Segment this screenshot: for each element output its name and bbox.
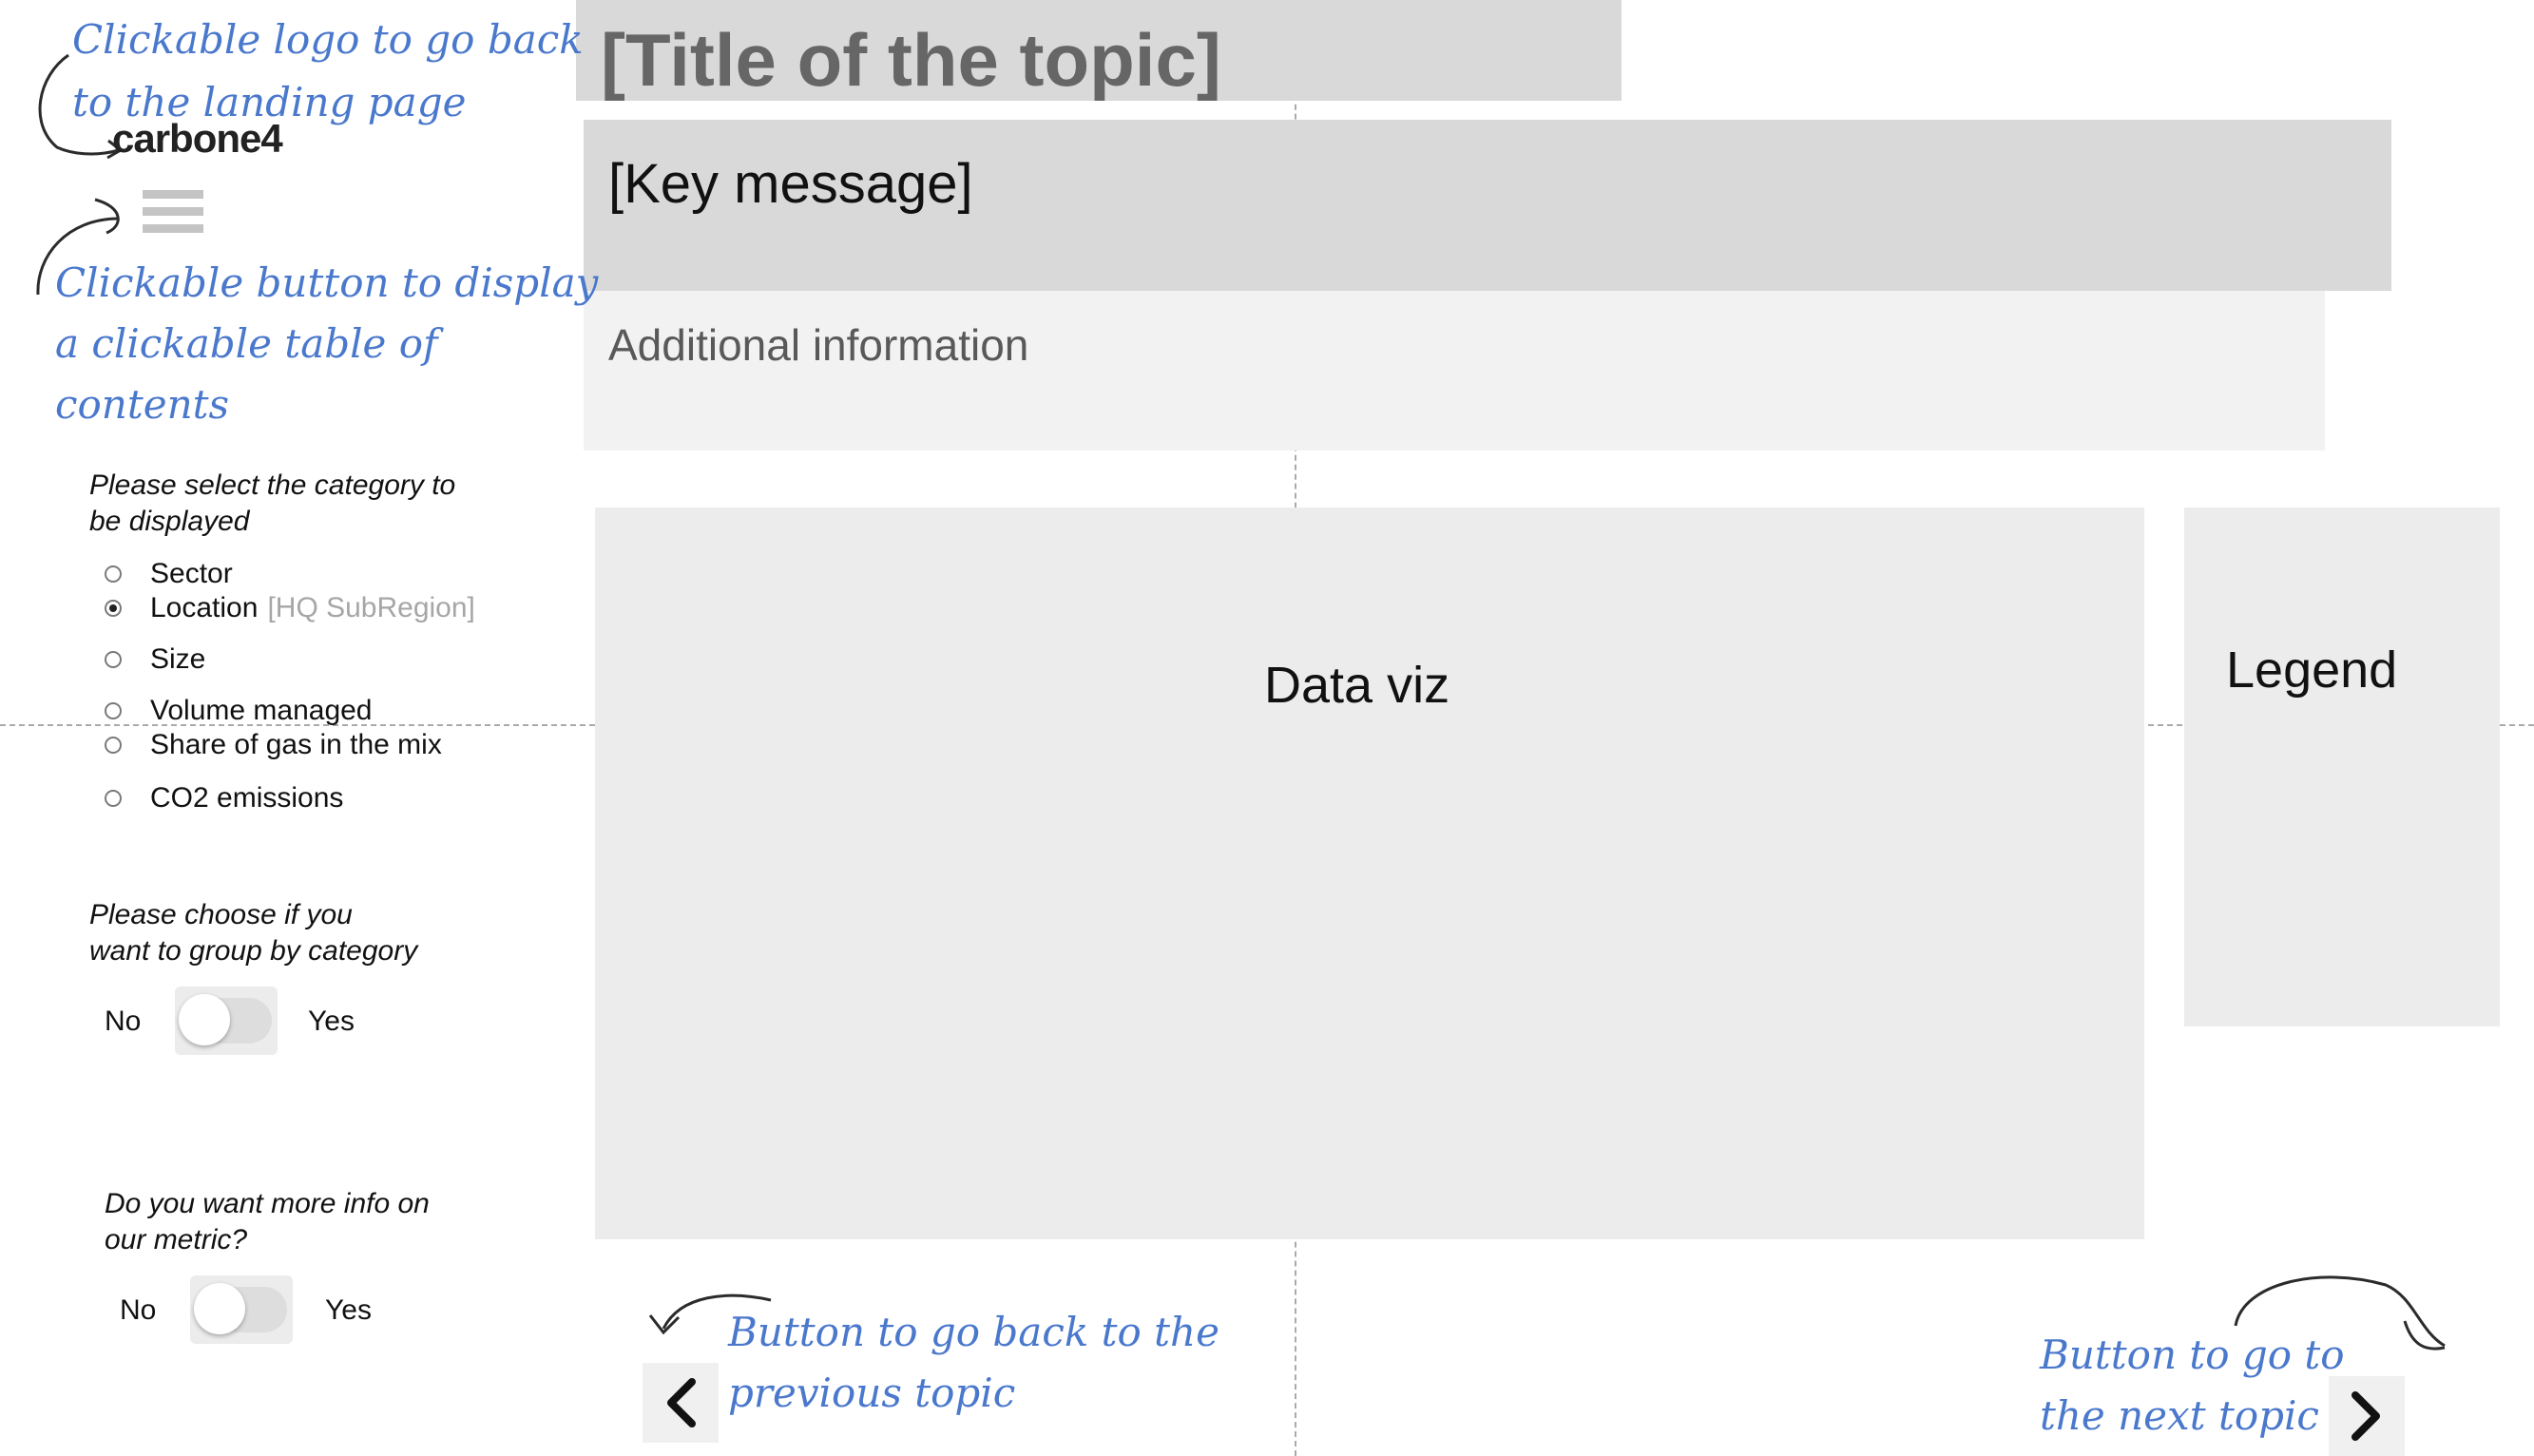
radio-label: Sector: [150, 558, 233, 589]
category-prompt-line1: Please select the category to: [89, 469, 456, 501]
next-topic-button[interactable]: [2329, 1376, 2405, 1456]
data-viz-panel[interactable]: [595, 508, 2144, 1239]
metric-prompt-line2: our metric?: [105, 1224, 248, 1255]
metric-toggle-no: No: [120, 1294, 157, 1326]
radio-volume-managed[interactable]: Volume managed: [105, 692, 373, 730]
chevron-right-icon: [2352, 1391, 2380, 1441]
data-viz-label: Data viz: [1264, 657, 1450, 714]
prev-annotation-line2: previous topic: [728, 1370, 1016, 1416]
radio-label: Share of gas in the mix: [150, 729, 442, 760]
radio-button[interactable]: [105, 651, 122, 668]
additional-info-panel: [584, 291, 2325, 450]
carbone4-logo[interactable]: carbone4: [112, 116, 283, 162]
page-title: [Title of the topic]: [601, 18, 1221, 102]
radio-sector[interactable]: Sector: [105, 555, 233, 593]
menu-annotation-line3: contents: [55, 381, 230, 428]
group-toggle-no: No: [105, 1006, 142, 1037]
hamburger-icon[interactable]: [143, 190, 203, 243]
toggle-track: [179, 994, 272, 1045]
additional-info-text: Additional information: [608, 320, 1029, 370]
radio-share-of-gas[interactable]: Share of gas in the mix: [105, 726, 442, 764]
next-annotation-line2: the next topic: [2040, 1392, 2319, 1439]
radio-label: Location: [150, 592, 259, 623]
radio-button[interactable]: [105, 702, 122, 719]
menu-annotation-line2: a clickable table of: [55, 320, 438, 367]
previous-topic-button[interactable]: [643, 1363, 719, 1443]
metric-prompt: Do you want more info on our metric?: [105, 1186, 430, 1258]
category-prompt: Please select the category to be display…: [89, 468, 455, 540]
metric-prompt-line1: Do you want more info on: [105, 1188, 430, 1219]
radio-size[interactable]: Size: [105, 641, 205, 679]
radio-location[interactable]: Location [HQ SubRegion]: [105, 589, 475, 627]
radio-label: Volume managed: [150, 695, 373, 726]
toggle-track: [194, 1283, 287, 1334]
radio-button[interactable]: [105, 600, 122, 617]
radio-co2-emissions[interactable]: CO2 emissions: [105, 779, 343, 817]
chevron-left-icon: [667, 1378, 696, 1427]
toggle-knob[interactable]: [179, 994, 230, 1045]
group-prompt-line2: want to group by category: [89, 935, 418, 967]
toggle-knob[interactable]: [194, 1283, 245, 1334]
logo-annotation-line1: Clickable logo to go back: [72, 16, 584, 63]
prev-annotation-line1: Button to go back to the: [728, 1309, 1219, 1355]
group-prompt-line1: Please choose if you: [89, 899, 353, 930]
category-prompt-line2: be displayed: [89, 506, 250, 537]
group-prompt: Please choose if you want to group by ca…: [89, 897, 417, 969]
menu-annotation-line1: Clickable button to display: [55, 259, 599, 306]
metric-toggle-yes: Yes: [325, 1294, 372, 1326]
radio-label: Size: [150, 643, 206, 675]
radio-button[interactable]: [105, 737, 122, 754]
legend-panel: [2184, 508, 2500, 1026]
radio-label: CO2 emissions: [150, 782, 344, 814]
legend-label: Legend: [2226, 642, 2398, 699]
next-arrow-annotation: [2234, 1275, 2446, 1351]
group-by-toggle[interactable]: [175, 987, 278, 1055]
key-message: [Key message]: [608, 153, 973, 215]
prev-arrow-annotation: [648, 1293, 772, 1335]
radio-button[interactable]: [105, 790, 122, 807]
radio-button[interactable]: [105, 565, 122, 583]
radio-hint: [HQ SubRegion]: [267, 592, 475, 623]
group-toggle-yes: Yes: [308, 1006, 355, 1037]
metric-info-toggle[interactable]: [190, 1275, 293, 1344]
